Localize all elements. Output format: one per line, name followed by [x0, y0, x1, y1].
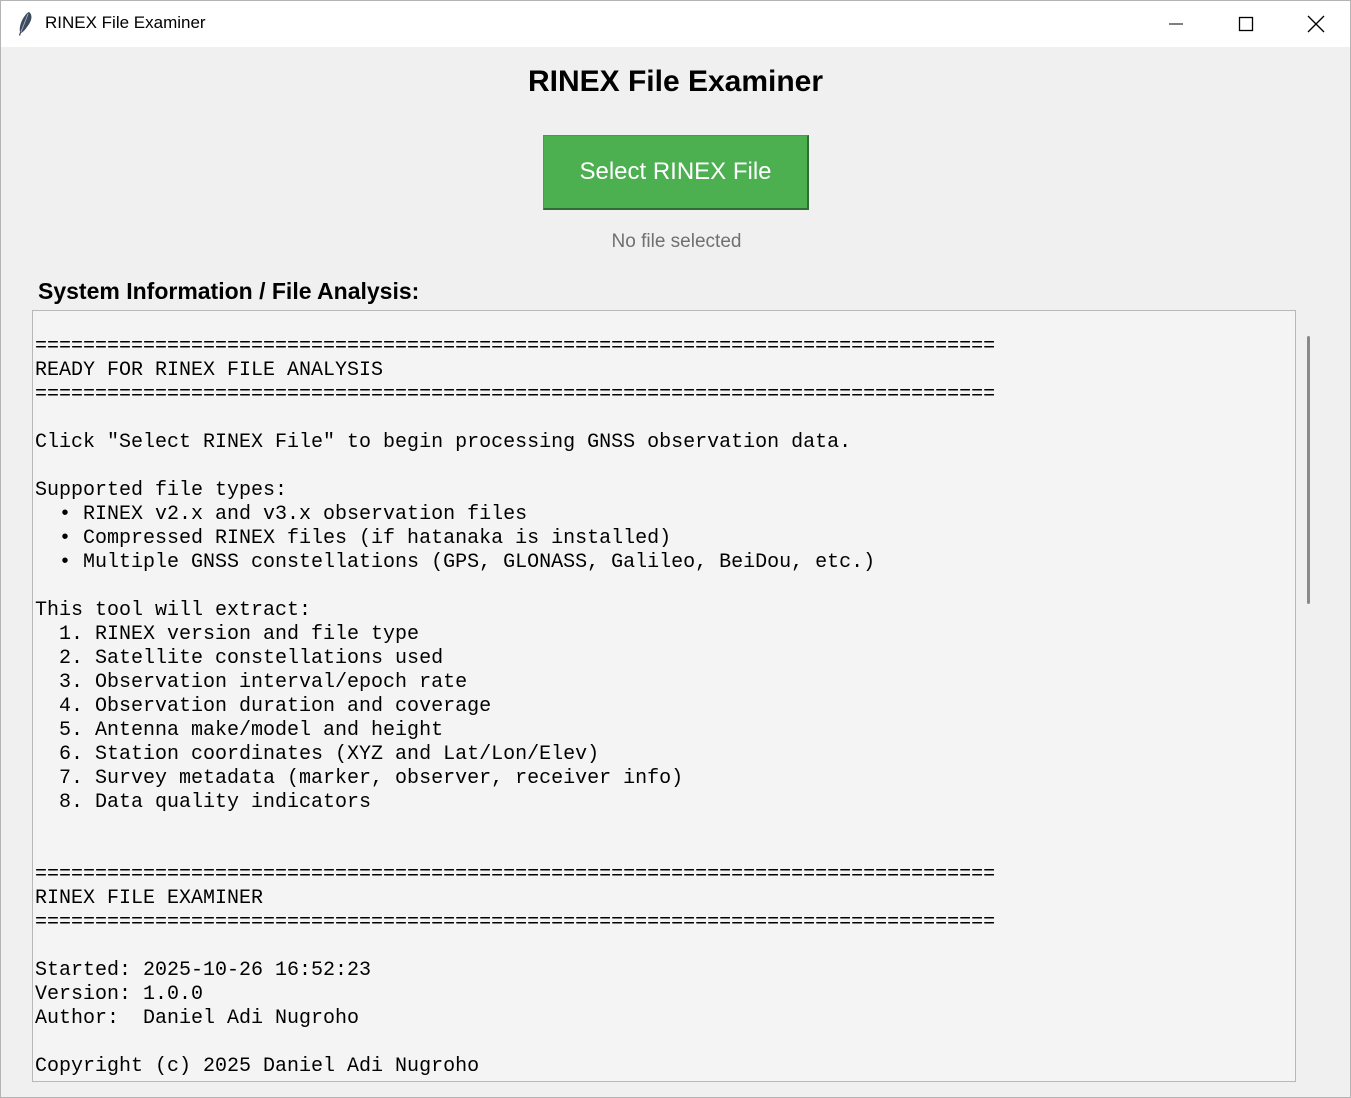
output-line: 6. Station coordinates (XYZ and Lat/Lon/… — [35, 743, 600, 766]
output-line: 1. RINEX version and file type — [35, 623, 420, 646]
output-line: 2. Satellite constellations used — [35, 647, 444, 670]
analysis-output-textarea[interactable]: ========================================… — [32, 310, 1296, 1082]
output-line: Author: Daniel Adi Nugroho — [35, 1007, 360, 1030]
output-line: ========================================… — [35, 383, 996, 406]
vertical-scrollbar[interactable] — [1297, 310, 1321, 1082]
output-line: Supported file types: — [35, 479, 288, 502]
output-line: Copyright (c) 2025 Daniel Adi Nugroho — [35, 1055, 480, 1078]
output-line: Started: 2025-10-26 16:52:23 — [35, 959, 372, 982]
output-line: READY FOR RINEX FILE ANALYSIS — [35, 359, 384, 382]
output-line: • RINEX v2.x and v3.x observation files — [35, 503, 528, 526]
output-section-label: System Information / File Analysis: — [38, 278, 420, 304]
maximize-icon — [1238, 16, 1254, 32]
output-line: 3. Observation interval/epoch rate — [35, 671, 468, 694]
output-line: ========================================… — [35, 911, 996, 934]
app-window: RINEX File Examiner RINEX File Examiner … — [0, 0, 1351, 1098]
output-line: This tool will extract: — [35, 599, 312, 622]
output-line: 4. Observation duration and coverage — [35, 695, 492, 718]
output-line: • Multiple GNSS constellations (GPS, GLO… — [35, 551, 876, 574]
output-text: ========================================… — [35, 335, 995, 1079]
output-line: 5. Antenna make/model and height — [35, 719, 444, 742]
output-line: ========================================… — [35, 863, 996, 886]
file-status-label: No file selected — [611, 231, 742, 252]
output-line: ========================================… — [35, 335, 996, 358]
select-rinex-file-button[interactable]: Select RINEX File — [543, 135, 809, 210]
scrollbar-thumb[interactable] — [1307, 336, 1310, 604]
output-line: Click "Select RINEX File" to begin proce… — [35, 431, 852, 454]
output-line: 8. Data quality indicators — [35, 791, 372, 814]
minimize-button[interactable] — [1141, 1, 1211, 47]
maximize-button[interactable] — [1211, 1, 1281, 47]
output-line: 7. Survey metadata (marker, observer, re… — [35, 767, 684, 790]
output-line: Version: 1.0.0 — [35, 983, 204, 1006]
window-title: RINEX File Examiner — [45, 13, 206, 32]
minimize-icon — [1168, 16, 1184, 32]
close-button[interactable] — [1281, 1, 1350, 47]
close-icon — [1307, 15, 1325, 33]
page-title: RINEX File Examiner — [527, 65, 824, 98]
output-line: RINEX FILE EXAMINER — [35, 887, 264, 910]
output-line: • Compressed RINEX files (if hatanaka is… — [35, 527, 672, 550]
feather-icon — [15, 11, 35, 37]
title-bar[interactable]: RINEX File Examiner — [1, 1, 1350, 47]
